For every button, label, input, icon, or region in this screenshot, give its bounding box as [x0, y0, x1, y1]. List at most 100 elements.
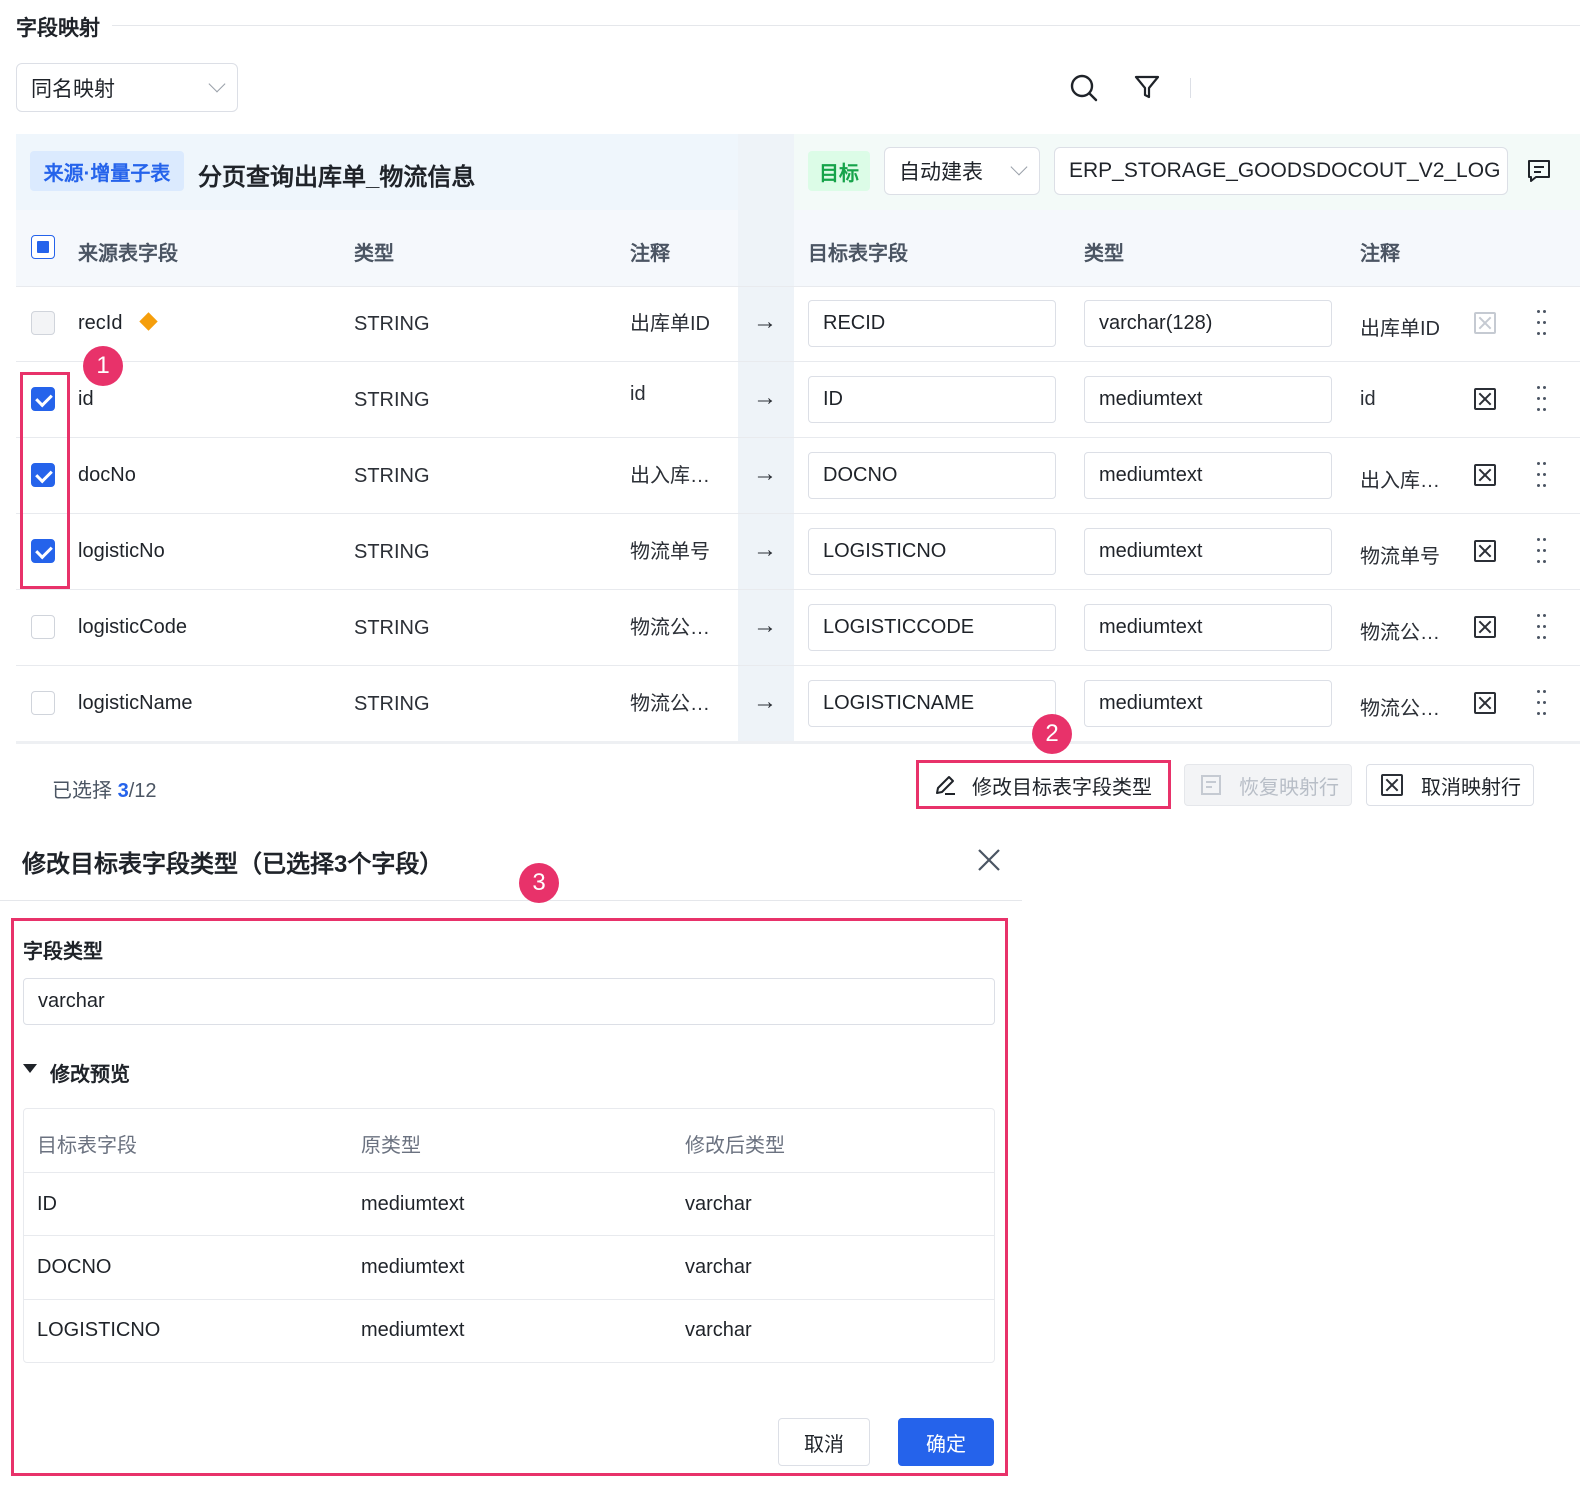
arrow-right-icon: →: [753, 460, 777, 487]
title-divider: [112, 25, 1580, 26]
target-type: varchar(128): [1099, 312, 1213, 334]
cancel-mapping-label: 取消映射行: [1421, 776, 1521, 799]
arrow-right-icon: →: [753, 384, 777, 411]
target-column-header: [794, 210, 1580, 286]
selected-count: 已选择 3/12: [52, 774, 157, 803]
toolbar-divider: [1190, 78, 1191, 98]
target-note: 出库单ID: [1360, 318, 1440, 340]
col-target-note: 注释: [1360, 243, 1400, 265]
source-table-name: 分页查询出库单_物流信息: [198, 164, 476, 191]
step-badge-2: 2: [1032, 714, 1072, 754]
col-source-type: 类型: [354, 243, 394, 265]
target-type: mediumtext: [1099, 692, 1203, 714]
target-type-input[interactable]: varchar(128): [1084, 300, 1332, 347]
dialog-header-divider: [0, 900, 1022, 901]
target-type-input[interactable]: mediumtext: [1084, 604, 1332, 651]
target-field-input[interactable]: LOGISTICCODE: [808, 604, 1056, 651]
target-note: 物流公…: [1360, 698, 1440, 720]
cancel-mapping-icon[interactable]: [1474, 388, 1496, 410]
target-field-input[interactable]: RECID: [808, 300, 1056, 347]
drag-handle-icon[interactable]: [1537, 310, 1546, 336]
target-field-input[interactable]: ID: [808, 376, 1056, 423]
cancel-mapping-icon[interactable]: [1474, 540, 1496, 562]
drag-handle-icon[interactable]: [1537, 386, 1546, 412]
target-type-input[interactable]: mediumtext: [1084, 680, 1332, 727]
filter-icon[interactable]: [1132, 72, 1162, 102]
col-source-note: 注释: [630, 243, 670, 265]
col-target-field: 目标表字段: [808, 243, 908, 265]
highlight-box-dialog: [11, 918, 1008, 1476]
row-divider: [16, 513, 1580, 514]
target-field: ID: [823, 388, 843, 410]
cancel-mapping-button[interactable]: 取消映射行: [1366, 764, 1534, 806]
restore-mapping-button[interactable]: 恢复映射行: [1184, 764, 1352, 806]
row-checkbox[interactable]: [31, 691, 55, 715]
source-type: STRING: [354, 465, 430, 487]
row-divider: [16, 589, 1580, 590]
target-field-input[interactable]: LOGISTICNAME: [808, 680, 1056, 727]
source-tag: 来源·增量子表: [30, 151, 184, 191]
target-tag: 目标: [808, 151, 870, 191]
col-target-type: 类型: [1084, 243, 1124, 265]
selected-total: /12: [128, 780, 157, 802]
target-note: 出入库…: [1360, 470, 1440, 492]
mapping-mode-value: 同名映射: [31, 77, 115, 101]
highlight-box-modify-button: [916, 760, 1171, 809]
source-type: STRING: [354, 617, 430, 639]
source-field: logisticName: [78, 692, 193, 714]
drag-handle-icon[interactable]: [1537, 462, 1546, 488]
source-field: logisticNo: [78, 540, 165, 562]
source-field: logisticCode: [78, 616, 187, 638]
arrow-right-icon: →: [753, 308, 777, 335]
cancel-mapping-icon[interactable]: [1474, 616, 1496, 638]
row-divider: [16, 665, 1580, 666]
chevron-down-icon: [1010, 158, 1028, 176]
row-divider: [16, 286, 1580, 287]
target-field: RECID: [823, 312, 886, 334]
create-mode-select[interactable]: 自动建表: [884, 147, 1040, 195]
source-note: 物流单号: [630, 541, 710, 563]
arrow-right-icon: →: [753, 688, 777, 715]
target-field-input[interactable]: LOGISTICNO: [808, 528, 1056, 575]
row-checkbox[interactable]: [31, 311, 55, 335]
drag-handle-icon[interactable]: [1537, 538, 1546, 564]
source-field: id: [78, 388, 94, 410]
target-field: LOGISTICCODE: [823, 616, 975, 638]
mapping-mode-select[interactable]: 同名映射: [16, 63, 238, 112]
target-type-input[interactable]: mediumtext: [1084, 376, 1332, 423]
chevron-down-icon: [208, 75, 226, 92]
source-note: 出库单ID: [630, 313, 710, 335]
row-checkbox[interactable]: [31, 615, 55, 639]
source-type: STRING: [354, 313, 430, 335]
target-type: mediumtext: [1099, 540, 1203, 562]
primary-key-icon: [139, 312, 158, 331]
search-icon[interactable]: [1068, 72, 1100, 104]
target-table-name: ERP_STORAGE_GOODSDOCOUT_V2_LOG: [1069, 159, 1501, 182]
cancel-mapping-icon[interactable]: [1474, 692, 1496, 714]
target-type: mediumtext: [1099, 616, 1203, 638]
cancel-mapping-icon[interactable]: [1474, 312, 1496, 334]
step-badge-1: 1: [83, 346, 123, 386]
target-field: DOCNO: [823, 464, 898, 486]
comment-icon[interactable]: [1526, 158, 1552, 184]
mapping-arrow-band: [738, 134, 794, 742]
row-divider: [16, 361, 1580, 362]
close-icon[interactable]: [976, 847, 1002, 873]
target-field-input[interactable]: DOCNO: [808, 452, 1056, 499]
target-type-input[interactable]: mediumtext: [1084, 452, 1332, 499]
arrow-right-icon: →: [753, 612, 777, 639]
select-all-checkbox[interactable]: [31, 235, 55, 259]
drag-handle-icon[interactable]: [1537, 614, 1546, 640]
target-field: LOGISTICNO: [823, 540, 947, 562]
target-table-name-input[interactable]: ERP_STORAGE_GOODSDOCOUT_V2_LOG: [1054, 147, 1508, 195]
cancel-mapping-icon[interactable]: [1474, 464, 1496, 486]
dialog-title: 修改目标表字段类型（已选择3个字段）: [22, 851, 444, 878]
restore-icon: [1201, 775, 1221, 795]
target-type-input[interactable]: mediumtext: [1084, 528, 1332, 575]
drag-handle-icon[interactable]: [1537, 690, 1546, 716]
section-title: 字段映射: [16, 17, 100, 40]
source-field: recId: [78, 312, 123, 334]
target-type: mediumtext: [1099, 464, 1203, 486]
create-mode-value: 自动建表: [899, 161, 983, 184]
target-note: id: [1360, 388, 1376, 410]
